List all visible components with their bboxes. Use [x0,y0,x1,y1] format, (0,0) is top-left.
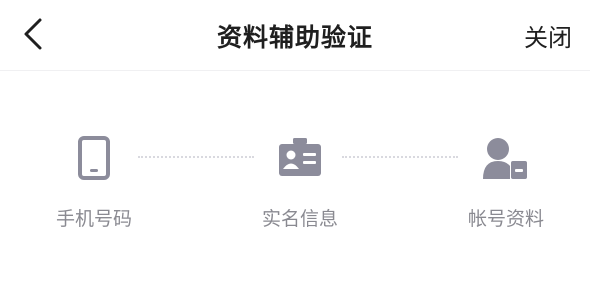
step-label-account: 帐号资料 [467,208,544,230]
page-title: 资料辅助验证 [216,23,373,52]
phone-icon [78,136,110,180]
step-connector [342,156,458,158]
top-bar: 资料辅助验证 关闭 [0,0,590,71]
close-button[interactable]: 关闭 [524,18,572,53]
step-connector [138,156,254,158]
id-card-icon [278,136,322,180]
verification-steps: 手机号码 实名信息 帐号资料 [0,70,590,283]
user-account-icon [482,136,528,180]
step-label-real-name: 实名信息 [261,208,338,230]
step-label-phone: 手机号码 [55,208,132,230]
